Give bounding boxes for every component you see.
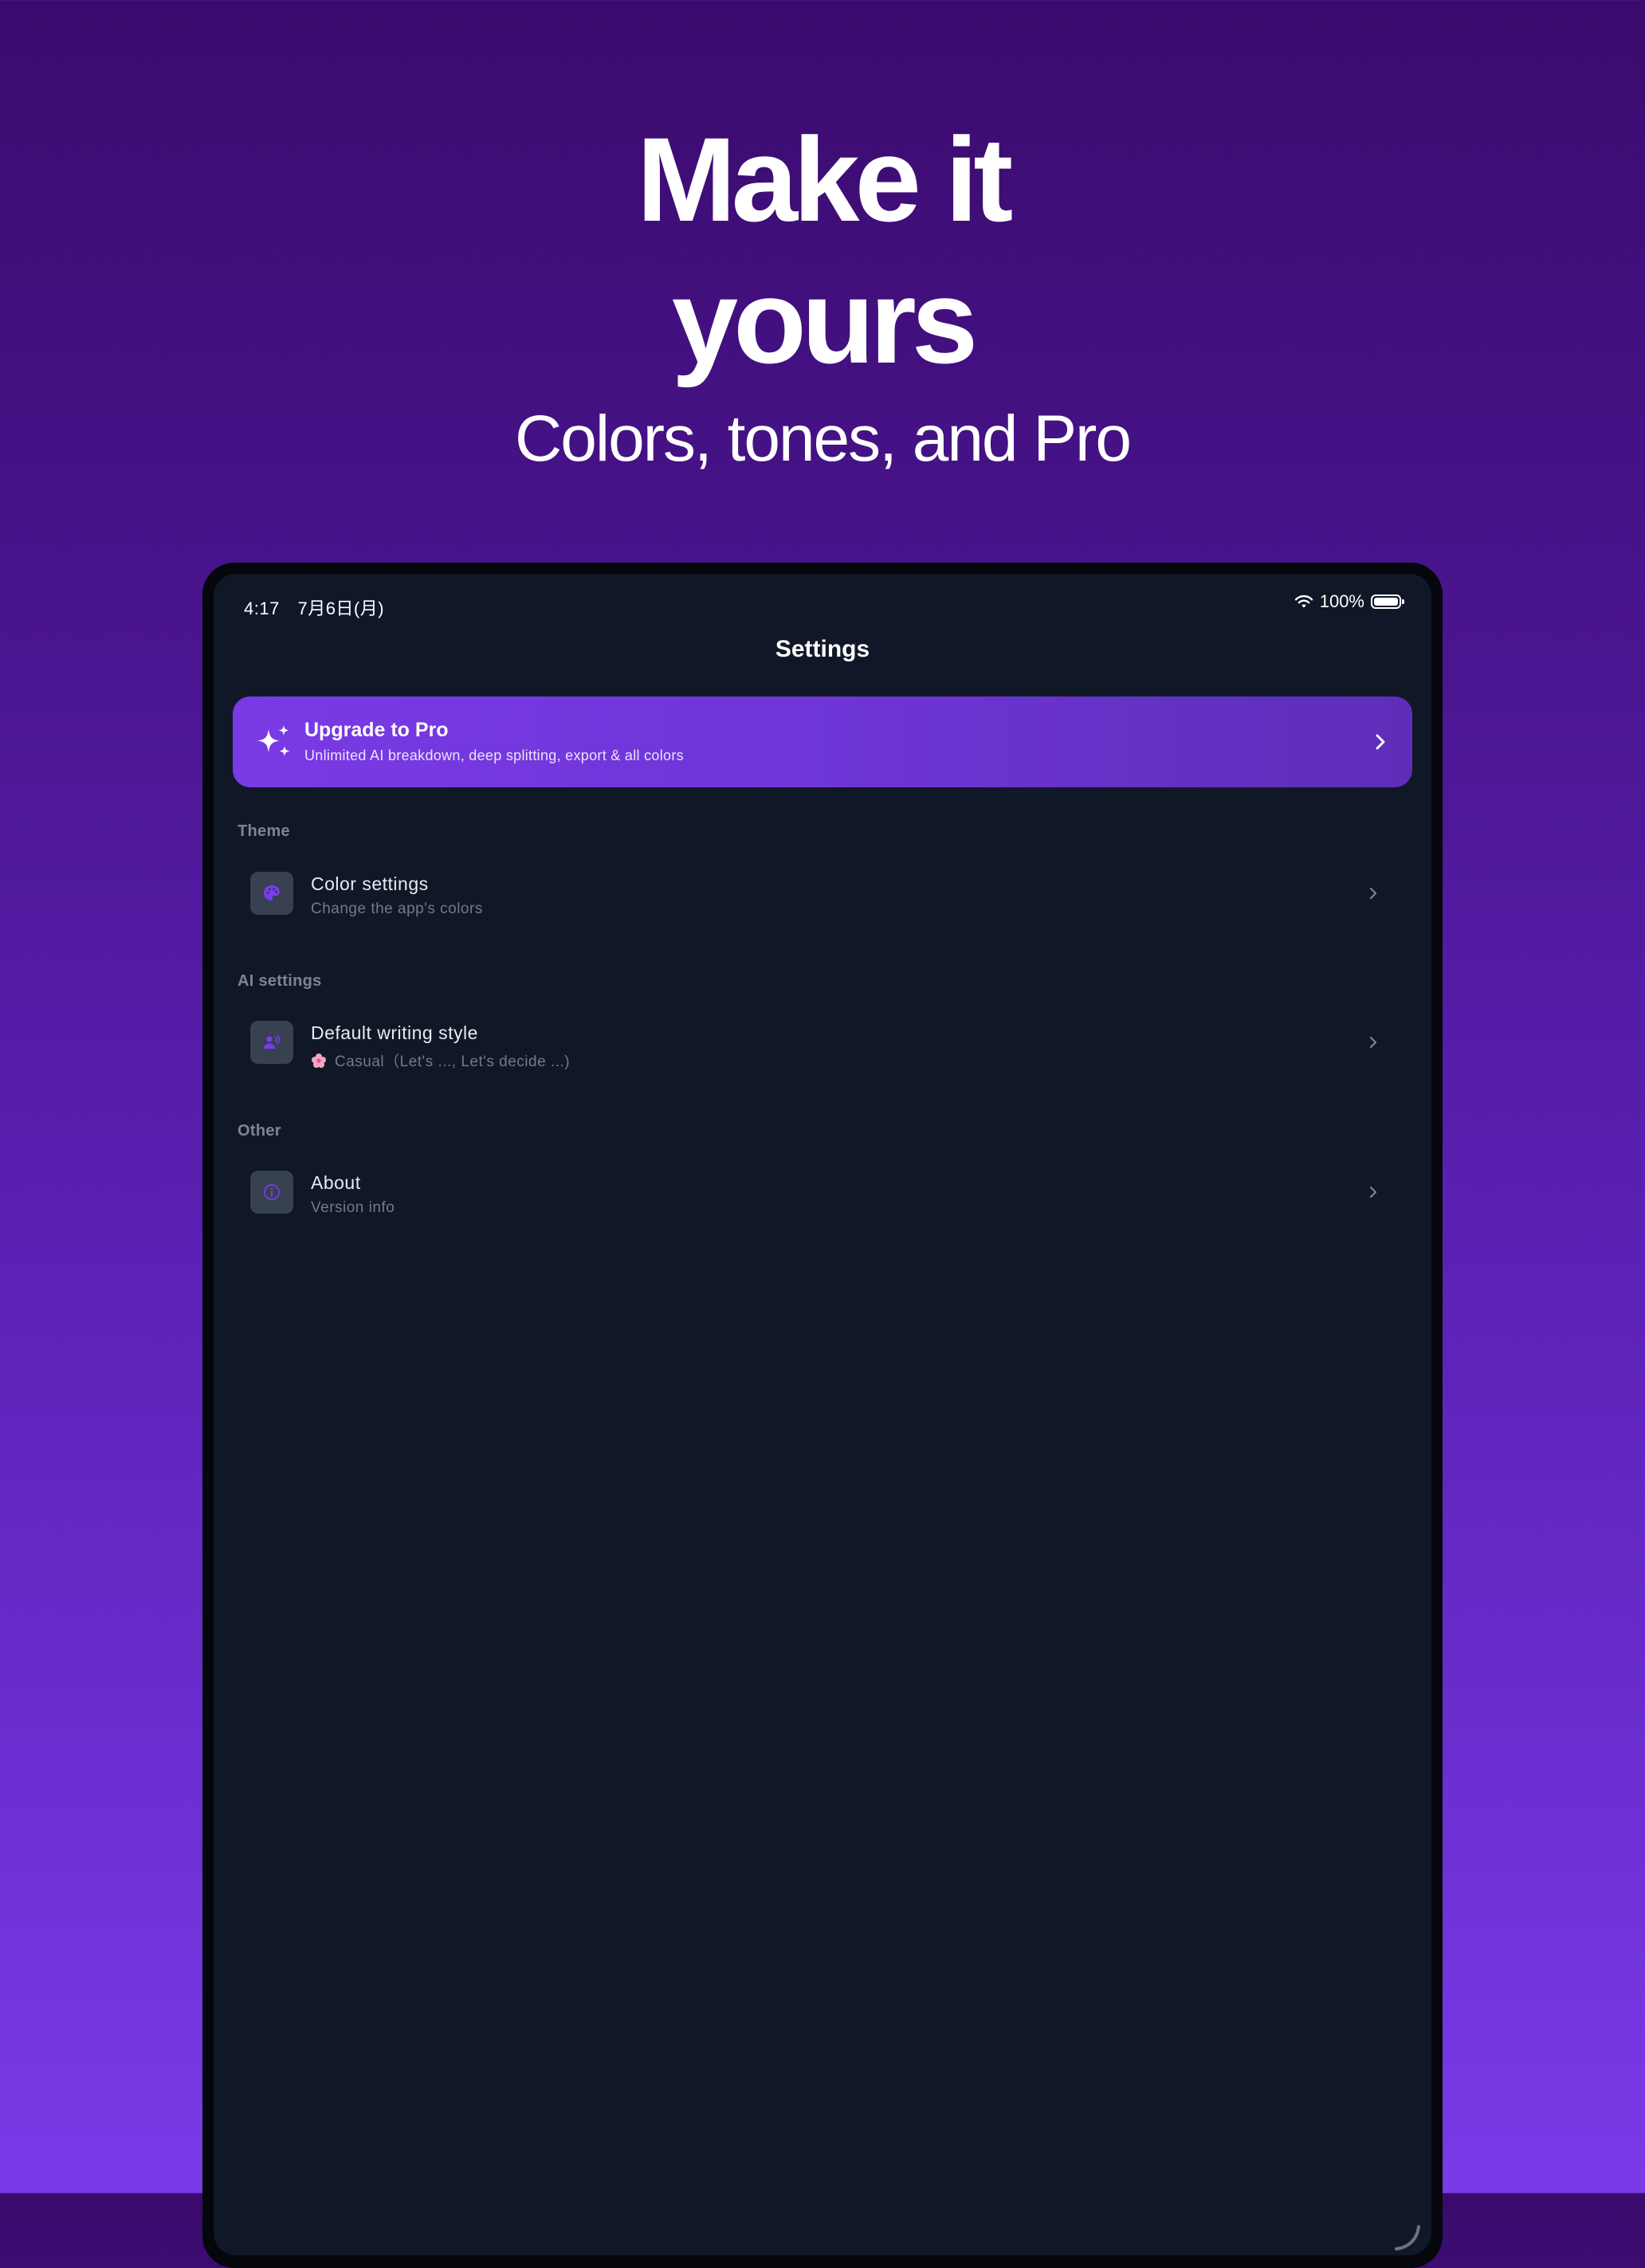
promo-subheadline: Colors, tones, and Pro	[515, 402, 1132, 475]
page-title: Settings	[775, 636, 870, 662]
pro-card-title: Upgrade to Pro	[304, 719, 449, 741]
status-time: 4:17	[244, 598, 280, 618]
settings-item-color-settings[interactable]: Color settings Change the app's colors	[233, 857, 1412, 929]
battery-icon	[1371, 594, 1404, 609]
chevron-right-icon	[1369, 887, 1377, 900]
sparkles-icon	[257, 725, 290, 756]
status-date: 7月6日(月)	[297, 598, 385, 618]
about-subtitle: Version info	[311, 1199, 395, 1216]
flower-icon	[312, 1054, 326, 1068]
wifi-icon	[1294, 594, 1313, 608]
color-settings-icon-tile	[250, 872, 293, 915]
section-label-other: Other	[238, 1122, 281, 1140]
section-label-ai-settings: AI settings	[238, 972, 322, 990]
chevron-right-icon	[1376, 734, 1385, 750]
speaking-person-icon	[264, 1034, 281, 1049]
about-icon-tile	[250, 1171, 293, 1214]
pro-card-subtitle: Unlimited AI breakdown, deep splitting, …	[304, 747, 684, 763]
section-label-theme: Theme	[238, 822, 290, 840]
writing-style-icon-tile	[250, 1021, 293, 1064]
about-title: About	[311, 1172, 361, 1193]
promo-headline-line2: yours	[671, 254, 978, 388]
color-settings-title: Color settings	[311, 873, 429, 894]
resize-corner-indicator	[1395, 2225, 1420, 2250]
chevron-right-icon	[1369, 1186, 1377, 1199]
palette-icon	[264, 885, 280, 901]
writing-style-value: Casual（Let's ..., Let's decide ...)	[335, 1054, 571, 1070]
chevron-right-icon	[1369, 1036, 1377, 1049]
color-settings-subtitle: Change the app's colors	[311, 901, 483, 917]
info-icon	[264, 1184, 280, 1200]
status-bar: 4:17 7月6日(月) 100%	[214, 591, 1431, 618]
battery-percentage: 100%	[1319, 591, 1364, 611]
settings-screen: 4:17 7月6日(月) 100% Settings Upgrade to Pr	[214, 574, 1431, 2255]
promo-headline-line1: Make it	[636, 112, 1014, 246]
tablet-device-frame: 4:17 7月6日(月) 100% Settings Upgrade to Pr	[202, 563, 1443, 2268]
upgrade-to-pro-card[interactable]: Upgrade to Pro Unlimited AI breakdown, d…	[233, 696, 1412, 787]
writing-style-subtitle: Casual（Let's ..., Let's decide ...)	[311, 1050, 570, 1071]
settings-item-about[interactable]: About Version info	[233, 1156, 1412, 1228]
writing-style-title: Default writing style	[311, 1022, 478, 1043]
settings-item-default-writing-style[interactable]: Default writing style Casual（Let's ..., …	[233, 1006, 1412, 1078]
